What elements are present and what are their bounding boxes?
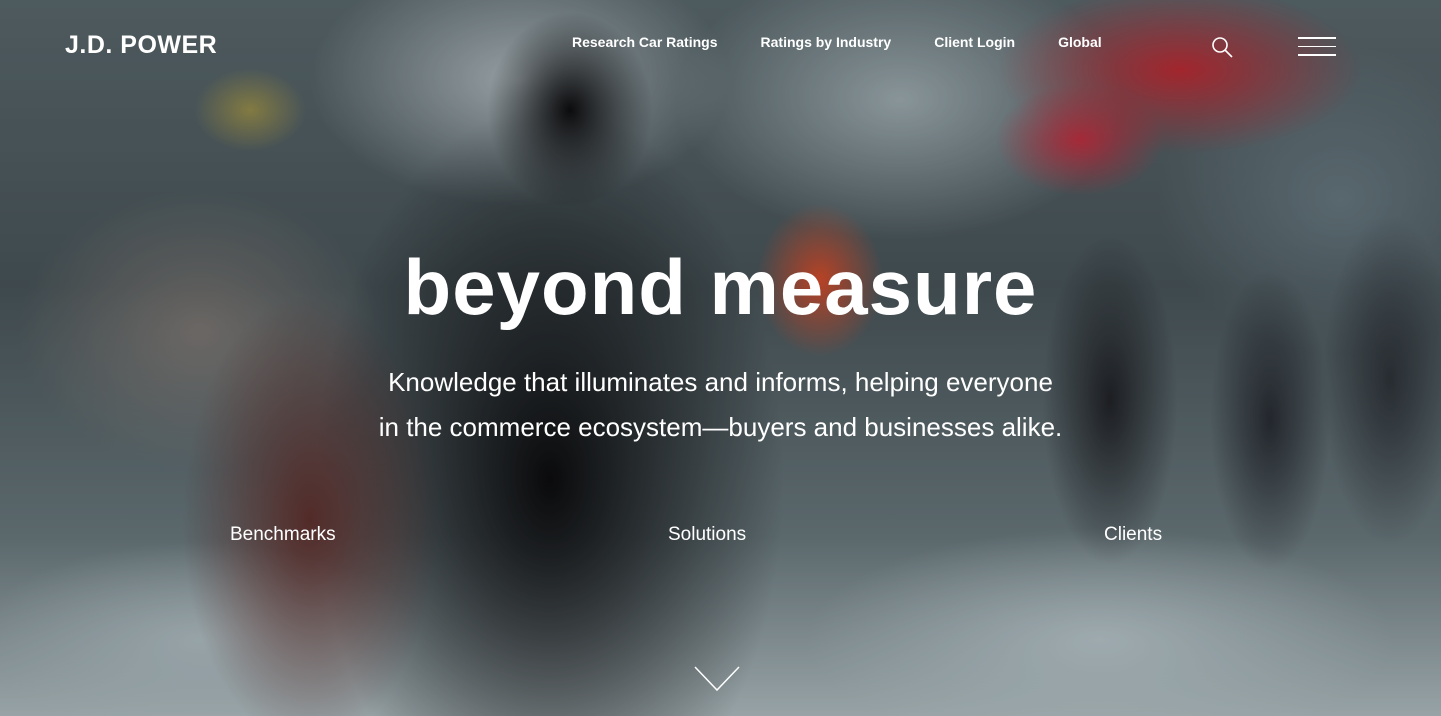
hamburger-menu-icon[interactable] [1298, 37, 1336, 59]
section-link-benchmarks[interactable]: Benchmarks [230, 524, 336, 546]
chevron-down-icon[interactable] [694, 666, 740, 692]
hero-section: J.D. POWER Research Car Ratings Ratings … [0, 0, 1441, 716]
hero-subtitle-line-1: Knowledge that illuminates and informs, … [388, 367, 1053, 397]
main-nav: Research Car Ratings Ratings by Industry… [572, 34, 1145, 50]
nav-ratings-by-industry[interactable]: Ratings by Industry [761, 34, 892, 50]
hero-subtitle-line-2: in the commerce ecosystem—buyers and bus… [378, 412, 1063, 442]
nav-global[interactable]: Global [1058, 34, 1102, 50]
search-icon[interactable] [1210, 35, 1234, 59]
section-link-solutions[interactable]: Solutions [668, 524, 746, 546]
section-link-clients[interactable]: Clients [1104, 524, 1162, 546]
nav-client-login[interactable]: Client Login [934, 34, 1015, 50]
nav-research-car-ratings[interactable]: Research Car Ratings [572, 34, 718, 50]
logo[interactable]: J.D. POWER [65, 31, 217, 60]
hero-subtitle: Knowledge that illuminates and informs, … [0, 360, 1441, 450]
hero-headline: beyond measure [403, 243, 1038, 331]
background-overlay [0, 0, 1441, 716]
